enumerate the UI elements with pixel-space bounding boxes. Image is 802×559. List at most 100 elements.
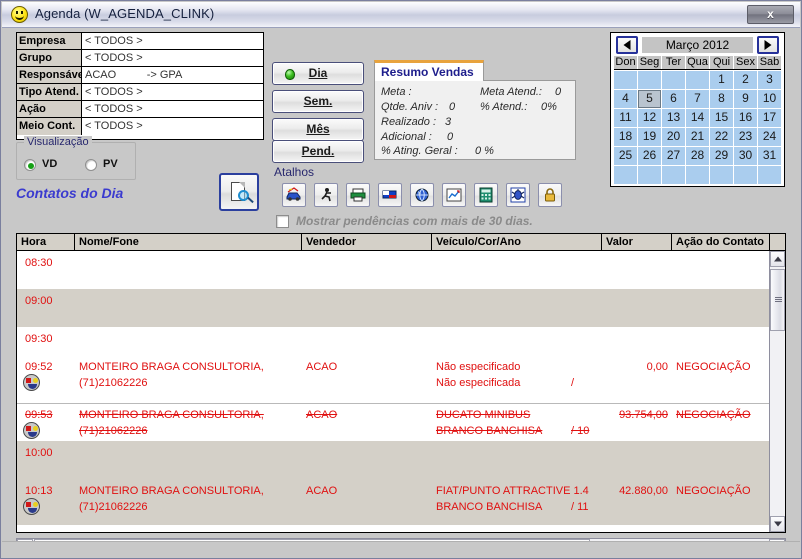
scroll-up-button[interactable] bbox=[770, 251, 785, 267]
period-button-dia[interactable]: Dia bbox=[272, 62, 364, 85]
calendar-day-23[interactable]: 23 bbox=[734, 128, 757, 146]
table-row[interactable]: 09:53 MONTEIRO BRAGA CONSULTORIA, (71)2106… bbox=[17, 403, 770, 441]
table-row[interactable]: 09:00 bbox=[17, 289, 770, 327]
calendar-day-19[interactable]: 19 bbox=[638, 128, 661, 146]
chart-icon bbox=[446, 188, 462, 202]
calendar-day-10[interactable]: 10 bbox=[758, 90, 781, 108]
cell-vendedor: ACAO bbox=[306, 361, 338, 373]
cell-hora: 09:52 bbox=[25, 361, 53, 373]
table-row[interactable]: 09:52 MONTEIRO BRAGA CONSULTORIA, (71)2106… bbox=[17, 355, 770, 403]
calendar-day-26[interactable]: 26 bbox=[638, 147, 661, 165]
calendar-day-17[interactable]: 17 bbox=[758, 109, 781, 127]
period-button-pend[interactable]: Pend. bbox=[272, 140, 364, 163]
calendar-day-16[interactable]: 16 bbox=[734, 109, 757, 127]
cell-acao: NEGOCIAÇÃO bbox=[676, 409, 751, 421]
filter-value-acao[interactable]: < TODOS > bbox=[82, 101, 263, 117]
calendar-day-29[interactable]: 29 bbox=[710, 147, 733, 165]
column-header-acao[interactable]: Ação do Contato bbox=[672, 234, 770, 250]
calendar-week-row: 25 26 27 28 29 30 31 bbox=[614, 147, 781, 165]
column-header-valor[interactable]: Valor bbox=[602, 234, 672, 250]
contact-status-icon[interactable] bbox=[23, 374, 40, 391]
calendar-day-6[interactable]: 6 bbox=[662, 90, 685, 108]
calendar-day-27[interactable]: 27 bbox=[662, 147, 685, 165]
calendar-day-4[interactable]: 4 bbox=[614, 90, 637, 108]
period-button-sem[interactable]: Sem. bbox=[272, 90, 364, 113]
calendar-day-3[interactable]: 3 bbox=[758, 71, 781, 89]
grid-vertical-scrollbar[interactable] bbox=[769, 251, 785, 532]
table-row[interactable]: 10:00 bbox=[17, 441, 770, 479]
shortcut-globe[interactable] bbox=[410, 183, 434, 207]
filter-row-meio-cont[interactable]: Meio Cont. < TODOS > bbox=[17, 118, 263, 135]
calendar-day-13[interactable]: 13 bbox=[662, 109, 685, 127]
calendar-day-empty bbox=[614, 166, 637, 184]
calendar-day-empty bbox=[758, 166, 781, 184]
contact-status-icon[interactable] bbox=[23, 422, 40, 439]
resumo-label-adicional: Adicional : bbox=[381, 131, 432, 143]
calendar-day-18[interactable]: 18 bbox=[614, 128, 637, 146]
shortcut-person[interactable] bbox=[314, 183, 338, 207]
column-header-nome[interactable]: Nome/Fone bbox=[75, 234, 302, 250]
table-row[interactable]: 09:30 bbox=[17, 327, 770, 355]
cell-vendedor: ACAO bbox=[306, 485, 338, 497]
status-led-icon bbox=[285, 69, 295, 80]
table-row[interactable]: 08:30 bbox=[17, 251, 770, 289]
calendar-day-7[interactable]: 7 bbox=[686, 90, 709, 108]
calendar-day-30[interactable]: 30 bbox=[734, 147, 757, 165]
cell-valor: 0,00 bbox=[646, 361, 668, 373]
calendar-day-8[interactable]: 8 bbox=[710, 90, 733, 108]
shortcut-lock[interactable] bbox=[538, 183, 562, 207]
filter-value-meio-cont[interactable]: < TODOS > bbox=[82, 118, 263, 135]
filter-value-empresa[interactable]: < TODOS > bbox=[82, 33, 263, 49]
calendar-day-11[interactable]: 11 bbox=[614, 109, 637, 127]
resumo-vendas-panel: Meta : Qtde. Aniv : 0 Realizado : 3 Adic… bbox=[374, 80, 576, 160]
close-button[interactable]: x bbox=[747, 5, 794, 24]
calendar-next-month-button[interactable] bbox=[757, 36, 779, 54]
table-row[interactable]: 10:13 MONTEIRO BRAGA CONSULTORIA, (71)2106… bbox=[17, 479, 770, 525]
calendar-day-25[interactable]: 25 bbox=[614, 147, 637, 165]
calendar-day-12[interactable]: 12 bbox=[638, 109, 661, 127]
vertical-scroll-thumb[interactable] bbox=[770, 269, 785, 331]
filter-row-responsavel[interactable]: Responsável ACAO -> GPA bbox=[17, 67, 263, 84]
filter-value-responsavel[interactable]: ACAO -> GPA bbox=[82, 67, 263, 83]
contact-status-icon[interactable] bbox=[23, 498, 40, 515]
column-header-vendedor[interactable]: Vendedor bbox=[302, 234, 432, 250]
shortcut-chart[interactable] bbox=[442, 183, 466, 207]
calendar-day-28[interactable]: 28 bbox=[686, 147, 709, 165]
checkbox-mostrar-pendencias[interactable] bbox=[276, 215, 289, 228]
shortcut-printer[interactable] bbox=[346, 183, 370, 207]
window-title: Agenda (W_AGENDA_CLINK) bbox=[35, 6, 215, 21]
filter-value-grupo[interactable]: < TODOS > bbox=[82, 50, 263, 66]
column-header-veiculo[interactable]: Veículo/Cor/Ano bbox=[432, 234, 602, 250]
column-header-hora[interactable]: Hora bbox=[17, 234, 75, 250]
calendar-day-2[interactable]: 2 bbox=[734, 71, 757, 89]
search-button[interactable] bbox=[219, 173, 259, 211]
calendar-day-20[interactable]: 20 bbox=[662, 128, 685, 146]
calendar-day-31[interactable]: 31 bbox=[758, 147, 781, 165]
calendar-day-21[interactable]: 21 bbox=[686, 128, 709, 146]
resumo-value-meta-atend: 0 bbox=[555, 86, 562, 98]
shortcut-vehicle[interactable] bbox=[282, 183, 306, 207]
calendar-day-5[interactable]: 5 bbox=[638, 90, 661, 108]
shortcut-flag[interactable] bbox=[378, 183, 402, 207]
calendar-day-14[interactable]: 14 bbox=[686, 109, 709, 127]
cell-acao: NEGOCIAÇÃO bbox=[676, 485, 751, 497]
atalhos-label: Atalhos bbox=[274, 165, 315, 179]
calendar-day-1[interactable]: 1 bbox=[710, 71, 733, 89]
period-button-mes[interactable]: Mês bbox=[272, 118, 364, 141]
filter-row-grupo[interactable]: Grupo < TODOS > bbox=[17, 50, 263, 67]
shortcut-calculator[interactable] bbox=[474, 183, 498, 207]
calendar-day-24[interactable]: 24 bbox=[758, 128, 781, 146]
smiley-icon bbox=[11, 6, 28, 23]
calendar-day-22[interactable]: 22 bbox=[710, 128, 733, 146]
calendar-prev-month-button[interactable] bbox=[616, 36, 638, 54]
filter-value-tipo-atend[interactable]: < TODOS > bbox=[82, 84, 263, 100]
filter-row-tipo-atend[interactable]: Tipo Atend. < TODOS > bbox=[17, 84, 263, 101]
shortcut-bug[interactable] bbox=[506, 183, 530, 207]
calendar-day-9[interactable]: 9 bbox=[734, 90, 757, 108]
filter-row-empresa[interactable]: Empresa < TODOS > bbox=[17, 33, 263, 50]
calendar-day-15[interactable]: 15 bbox=[710, 109, 733, 127]
tab-resumo-vendas[interactable]: Resumo Vendas bbox=[374, 60, 484, 81]
scroll-down-button[interactable] bbox=[770, 516, 785, 532]
filter-row-acao[interactable]: Ação < TODOS > bbox=[17, 101, 263, 118]
person-running-icon bbox=[321, 188, 331, 202]
